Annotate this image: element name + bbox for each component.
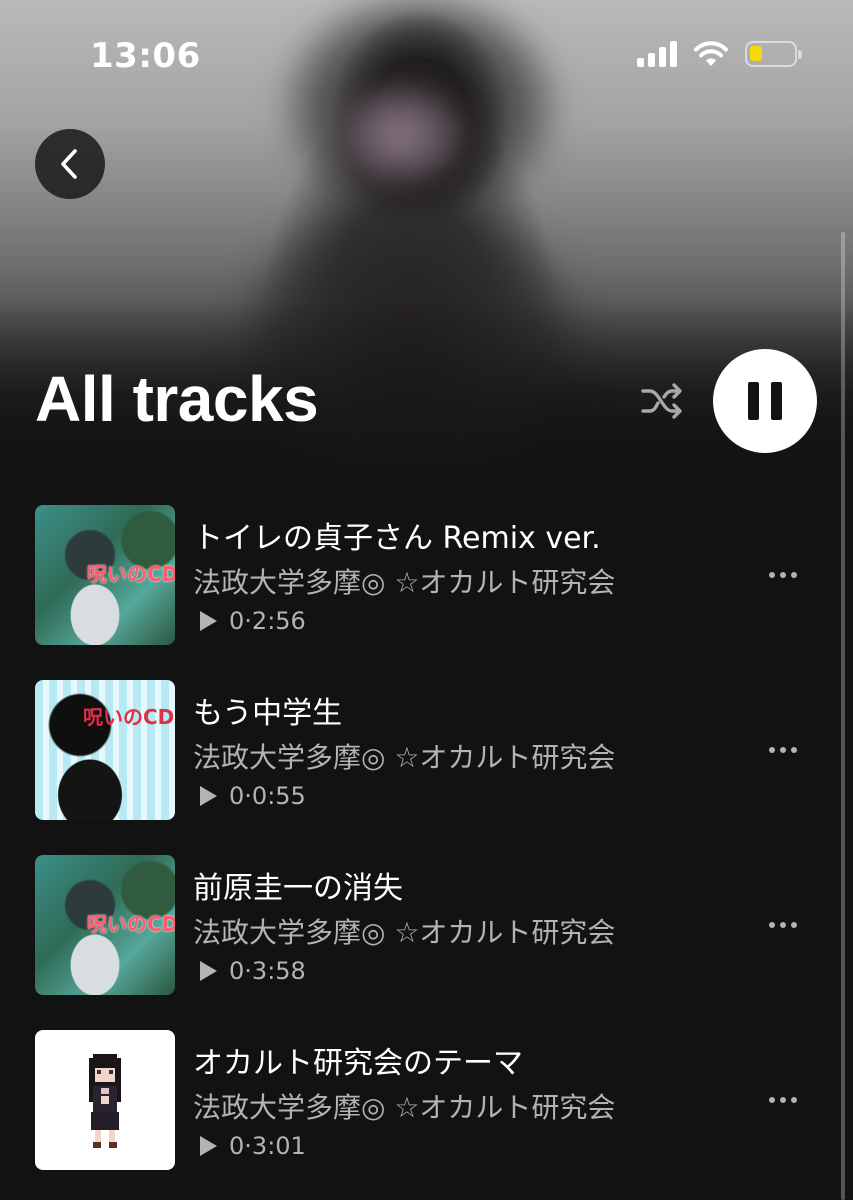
page-title: All tracks [35, 363, 319, 435]
track-duration: 3:58 [251, 957, 306, 985]
play-count: 0 [229, 782, 245, 810]
status-icons [637, 40, 802, 68]
track-artist: 法政大学多摩◎ ☆オカルト研究会 [193, 916, 616, 949]
track-duration: 0:55 [251, 782, 306, 810]
track-meta: 0·0:55 [200, 782, 306, 810]
back-button[interactable] [35, 129, 105, 199]
track-artwork: 呪いのCD [35, 505, 175, 645]
track-artwork: 呪いのCD [35, 680, 175, 820]
track-artist: 法政大学多摩◎ ☆オカルト研究会 [193, 566, 616, 599]
track-title: 前原圭一の消失 [193, 871, 403, 906]
track-artwork [35, 1030, 175, 1170]
wifi-icon [694, 41, 728, 66]
track-row[interactable]: 呪いのCD 前原圭一の消失 法政大学多摩◎ ☆オカルト研究会 0·3:58 [0, 855, 853, 1030]
play-count: 0 [229, 1132, 245, 1160]
track-artwork: 呪いのCD [35, 855, 175, 995]
track-row[interactable]: 呪いのCD もう中学生 法政大学多摩◎ ☆オカルト研究会 0·0:55 [0, 680, 853, 855]
track-title: オカルト研究会のテーマ [193, 1046, 523, 1081]
play-count-icon [200, 961, 217, 981]
pause-icon [748, 382, 759, 420]
pause-button[interactable] [713, 349, 817, 453]
more-options-button[interactable] [760, 1085, 806, 1115]
play-count: 0 [229, 607, 245, 635]
track-meta: 0·3:58 [200, 957, 306, 985]
play-count-icon [200, 611, 217, 631]
play-count-icon [200, 786, 217, 806]
track-artist: 法政大学多摩◎ ☆オカルト研究会 [193, 1091, 616, 1124]
shuffle-icon [641, 383, 682, 419]
more-options-button[interactable] [760, 560, 806, 590]
track-duration: 2:56 [251, 607, 306, 635]
play-count: 0 [229, 957, 245, 985]
track-row[interactable]: 呪いのCD トイレの貞子さん Remix ver. 法政大学多摩◎ ☆オカルト研… [0, 505, 853, 680]
track-title: トイレの貞子さん Remix ver. [193, 521, 601, 556]
shuffle-button[interactable] [636, 378, 688, 424]
cellular-signal-icon [637, 41, 677, 67]
track-artist: 法政大学多摩◎ ☆オカルト研究会 [193, 741, 616, 774]
more-options-button[interactable] [760, 910, 806, 940]
more-options-button[interactable] [760, 735, 806, 765]
screen: 13:06 All tracks 呪いのCD トイレの貞子さん Remix ve… [0, 0, 853, 1200]
status-time: 13:06 [90, 36, 201, 76]
track-title: もう中学生 [193, 696, 343, 731]
track-duration: 3:01 [251, 1132, 306, 1160]
chevron-left-icon [61, 149, 77, 179]
track-meta: 0·2:56 [200, 607, 306, 635]
track-meta: 0·3:01 [200, 1132, 306, 1160]
battery-icon [745, 41, 802, 67]
track-list: 呪いのCD トイレの貞子さん Remix ver. 法政大学多摩◎ ☆オカルト研… [0, 505, 853, 1200]
track-row[interactable]: オカルト研究会のテーマ 法政大学多摩◎ ☆オカルト研究会 0·3:01 [0, 1030, 853, 1200]
pixel-character-art [89, 1054, 121, 1148]
play-count-icon [200, 1136, 217, 1156]
